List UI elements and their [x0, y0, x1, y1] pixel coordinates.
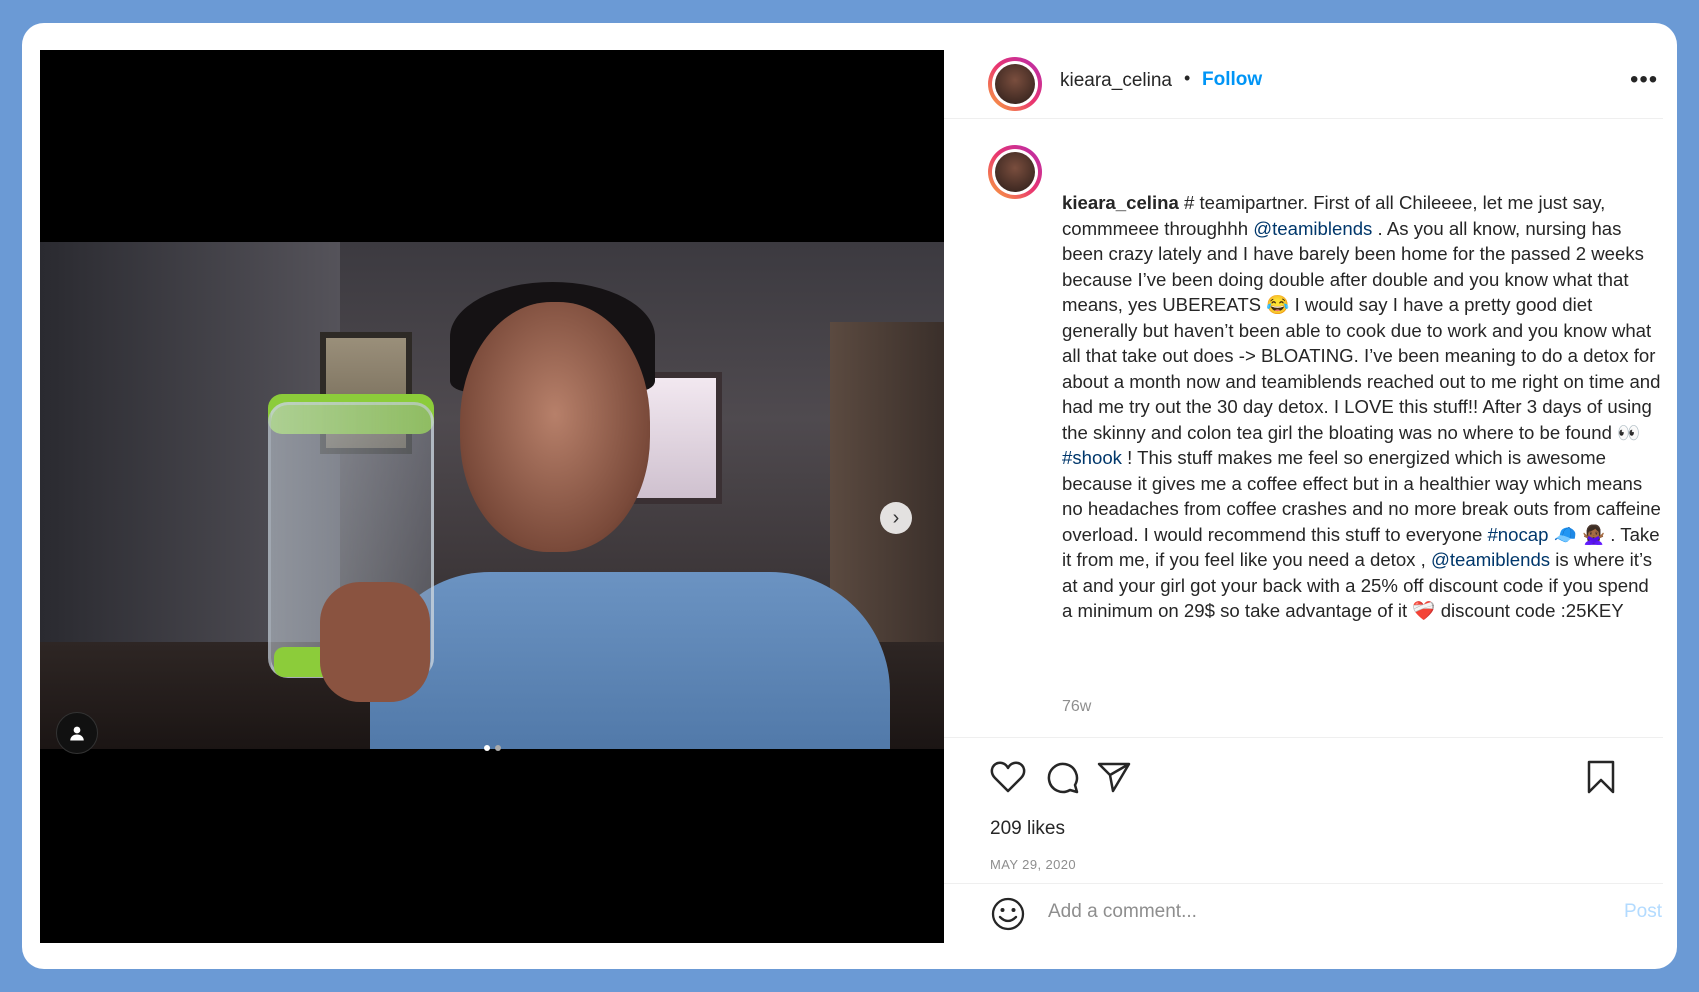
avatar[interactable]	[988, 57, 1042, 111]
post-timestamp[interactable]: 76w	[1062, 698, 1091, 716]
smiley-icon[interactable]	[990, 896, 1026, 932]
chevron-right-icon: ›	[892, 506, 900, 529]
post-date: MAY 29, 2020	[990, 857, 1076, 872]
avatar-image	[995, 152, 1035, 192]
caption-link[interactable]: #nocap	[1487, 524, 1548, 545]
avatar-image	[995, 64, 1035, 104]
more-options-icon[interactable]: •••	[1630, 66, 1658, 94]
caption-link[interactable]: @teamiblends	[1431, 549, 1550, 570]
header-separator: •	[1184, 68, 1191, 88]
caption-link[interactable]: @teamiblends	[1253, 218, 1372, 239]
username-link[interactable]: kieara_celina	[1060, 70, 1172, 92]
comment-icon[interactable]	[1044, 759, 1080, 795]
carousel-dot	[495, 745, 501, 751]
post-photo[interactable]	[40, 242, 944, 749]
post-sidebar: kieara_celina • Follow ••• kieara_celina…	[944, 50, 1677, 943]
comment-input[interactable]: Add a comment...	[1048, 901, 1197, 923]
follow-button[interactable]: Follow	[1202, 69, 1262, 91]
carousel-next-button[interactable]: ›	[880, 502, 912, 534]
likes-count[interactable]: 209 likes	[990, 818, 1065, 840]
photo-shirt	[370, 572, 890, 749]
post-media: ›	[40, 50, 944, 943]
post-caption: kieara_celina # teamipartner. First of a…	[1062, 190, 1662, 624]
comment-bar: Add a comment... Post	[944, 883, 1663, 944]
caption-username[interactable]: kieara_celina	[1062, 192, 1179, 213]
photo-face	[460, 302, 650, 552]
caption-avatar[interactable]	[988, 145, 1042, 199]
user-tag-icon	[70, 726, 84, 741]
post-comment-button[interactable]: Post	[1624, 901, 1662, 923]
post-card: › kieara_celina • Follow ••• kieara_celi…	[22, 23, 1677, 969]
user-tag-button[interactable]	[56, 712, 98, 754]
caption-link[interactable]: #shook	[1062, 447, 1122, 468]
carousel-dot-active	[484, 745, 490, 751]
caption-text: . As you all know, nursing has been craz…	[1062, 217, 1661, 443]
heart-icon[interactable]	[990, 760, 1026, 794]
carousel-indicator	[484, 745, 501, 751]
share-icon[interactable]	[1096, 759, 1132, 795]
bookmark-icon[interactable]	[1586, 759, 1616, 795]
photo-hand	[320, 582, 430, 702]
actions-divider	[944, 737, 1663, 738]
post-header: kieara_celina • Follow •••	[944, 50, 1663, 119]
